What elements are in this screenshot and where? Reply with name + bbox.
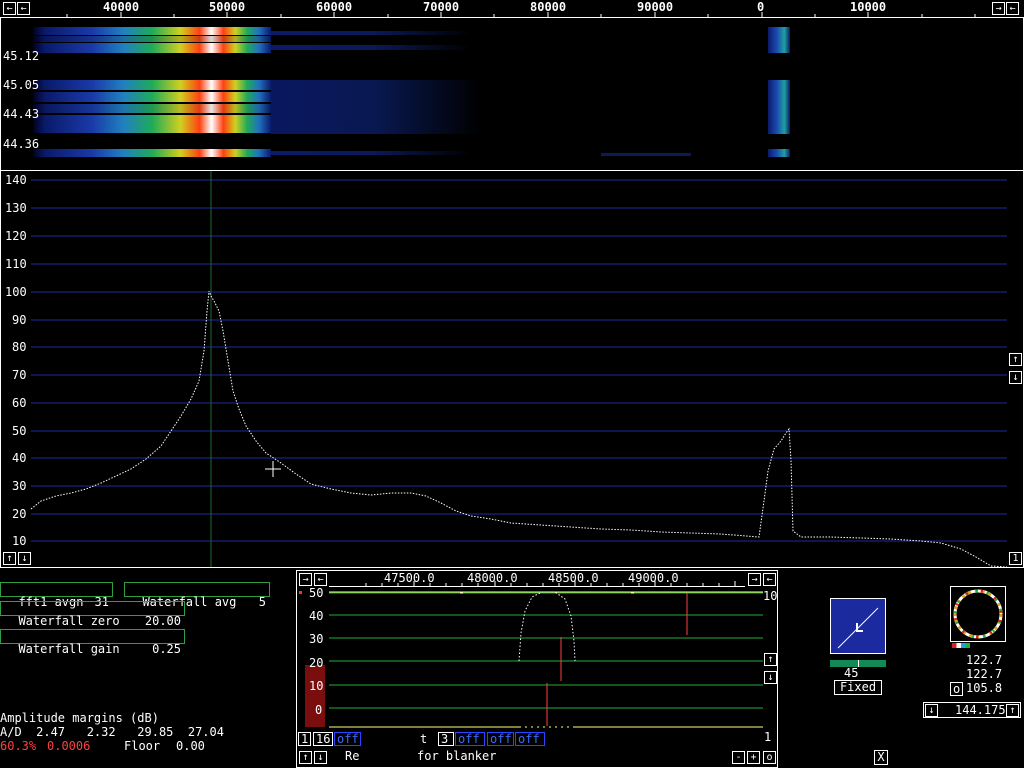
baseband-y-20: 20	[309, 656, 324, 670]
waterfall-gain-field[interactable]: Waterfall gain 0.25	[0, 629, 185, 656]
spectrum-y-70: 70	[12, 368, 27, 382]
waterfall-gain-label: Waterfall gain	[18, 642, 120, 656]
floor-label: Floor	[124, 739, 161, 753]
polarization-value-1: 122.7	[966, 653, 1003, 667]
spectrum-y-20: 20	[12, 507, 27, 521]
waterfall-time-1: 45.12	[3, 49, 40, 63]
ad-small-value: 0.0006	[47, 739, 91, 753]
baseband-plus-button[interactable]: +	[747, 751, 760, 764]
crosshair-cursor	[265, 461, 281, 477]
baseband-btn-16[interactable]: 16	[313, 732, 333, 746]
waterfall-image	[33, 27, 790, 157]
baseband-blanker-label: for blanker	[417, 749, 497, 763]
s-meter-value: 45	[844, 666, 859, 680]
spectrum-y-40: 40	[12, 451, 27, 465]
spectrum-display[interactable]: 140 130 120 110 100 90 80 70 60 50 40 30…	[0, 170, 1024, 568]
baseband-gain-down-button[interactable]: ↓	[764, 671, 777, 684]
frequency-readout[interactable]: ↓ 144.175 ↑	[923, 702, 1021, 718]
waterfall-zero-field[interactable]: Waterfall zero 20.00	[0, 601, 185, 628]
top-tick-50000: 50000	[209, 0, 246, 14]
spectrum-plot	[30, 171, 1008, 567]
spectrum-y-140: 140	[5, 173, 27, 187]
waterfall-display[interactable]: 45.12 45.05 44.43 44.36	[0, 18, 1024, 170]
spectrum-y-110: 110	[5, 257, 27, 271]
spectrum-y-50: 50	[12, 424, 27, 438]
spectrum-y-100: 100	[5, 285, 27, 299]
s-meter-mode[interactable]: Fixed	[834, 680, 882, 695]
baseband-btn-1[interactable]: 1	[298, 732, 311, 746]
spectrum-zoom-up-button[interactable]: ↑	[3, 552, 16, 565]
polarization-o-button[interactable]: o	[950, 682, 963, 696]
baseband-filter-curve	[518, 591, 576, 662]
spectrum-y-80: 80	[12, 340, 27, 354]
polarization-circle	[953, 589, 1003, 639]
amplitude-margins-title: Amplitude margins (dB)	[0, 711, 159, 725]
baseband-re-label: Re	[345, 749, 360, 763]
baseband-right-bottom: 1	[764, 730, 772, 744]
spectrum-y-10: 10	[12, 534, 27, 548]
frequency-value: 144.175	[955, 703, 1006, 717]
baseband-y-30: 30	[309, 632, 324, 646]
spectrum-y-130: 130	[5, 201, 27, 215]
top-tick-0: 0	[757, 0, 765, 14]
baseband-up-button[interactable]: ↑	[299, 751, 312, 764]
baseband-y-40: 40	[309, 609, 324, 623]
waterfall-avg-field[interactable]: Waterfall avg 5	[124, 582, 270, 609]
spectrum-zoom-down-button[interactable]: ↓	[18, 552, 31, 565]
waterfall-zero-label: Waterfall zero	[18, 614, 120, 628]
baseband-gain-up-button[interactable]: ↑	[764, 653, 777, 666]
baseband-right-top: 10	[763, 589, 778, 603]
spectrum-one-button[interactable]: 1	[1009, 552, 1022, 565]
frequency-down-button[interactable]: ↓	[925, 704, 938, 717]
spectrum-scale-down-button[interactable]: ↓	[1009, 371, 1022, 384]
baseband-off-4[interactable]: off	[515, 732, 545, 746]
spectrum-y-30: 30	[12, 479, 27, 493]
top-tick-90000: 90000	[637, 0, 674, 14]
spectrum-scale-up-button[interactable]: ↑	[1009, 353, 1022, 366]
waterfall-time-2: 45.05	[3, 78, 40, 92]
ad-percentage: 60.3%	[0, 739, 37, 753]
top-tick-60000: 60000	[316, 0, 353, 14]
baseband-t-label: t	[417, 732, 437, 746]
baseband-o-button[interactable]: o	[763, 751, 776, 764]
floor-value: 0.00	[176, 739, 205, 753]
spectrum-y-60: 60	[12, 396, 27, 410]
polarization-display[interactable]	[950, 586, 1006, 642]
waterfall-zero-value: 20.00	[144, 614, 181, 628]
frequency-up-button[interactable]: ↑	[1006, 704, 1019, 717]
s-meter-needle	[837, 607, 879, 649]
ad-values: A/D 2.47 2.32 29.85 27.04	[0, 725, 224, 739]
baseband-minus-button[interactable]: -	[732, 751, 745, 764]
baseband-y-10: 10	[309, 679, 324, 693]
fft1-avgn-field[interactable]: fft1 avgn 31	[0, 582, 113, 609]
top-tick-80000: 80000	[530, 0, 567, 14]
spectrum-trace	[30, 290, 1008, 567]
waterfall-gain-value: 0.25	[152, 642, 181, 656]
waterfall-avg-value: 5	[258, 595, 266, 609]
baseband-off-2[interactable]: off	[455, 732, 485, 746]
close-button[interactable]: X	[874, 750, 888, 765]
baseband-off-3[interactable]: off	[487, 732, 514, 746]
waterfall-time-3: 44.43	[3, 107, 40, 121]
baseband-window[interactable]: → ← → ← 47500.0 48000.0 48500.0 49000.0	[296, 570, 778, 768]
baseband-t-value[interactable]: 3	[438, 732, 454, 746]
polarization-color-strip	[952, 643, 970, 648]
baseband-down-button[interactable]: ↓	[314, 751, 327, 764]
s-meter-box[interactable]: 45 Fixed	[830, 598, 886, 696]
polarization-value-3: 105.8	[966, 681, 1003, 695]
spectrum-y-120: 120	[5, 229, 27, 243]
top-tick-70000: 70000	[423, 0, 460, 14]
baseband-y-50: 50	[309, 586, 324, 600]
baseband-y-0: 0	[315, 703, 323, 717]
top-tick-40000: 40000	[103, 0, 140, 14]
spectrum-y-90: 90	[12, 313, 27, 327]
baseband-off-1[interactable]: off	[334, 732, 361, 746]
top-tick-10000: 10000	[850, 0, 887, 14]
waterfall-time-4: 44.36	[3, 137, 40, 151]
polarization-value-2: 122.7	[966, 667, 1003, 681]
